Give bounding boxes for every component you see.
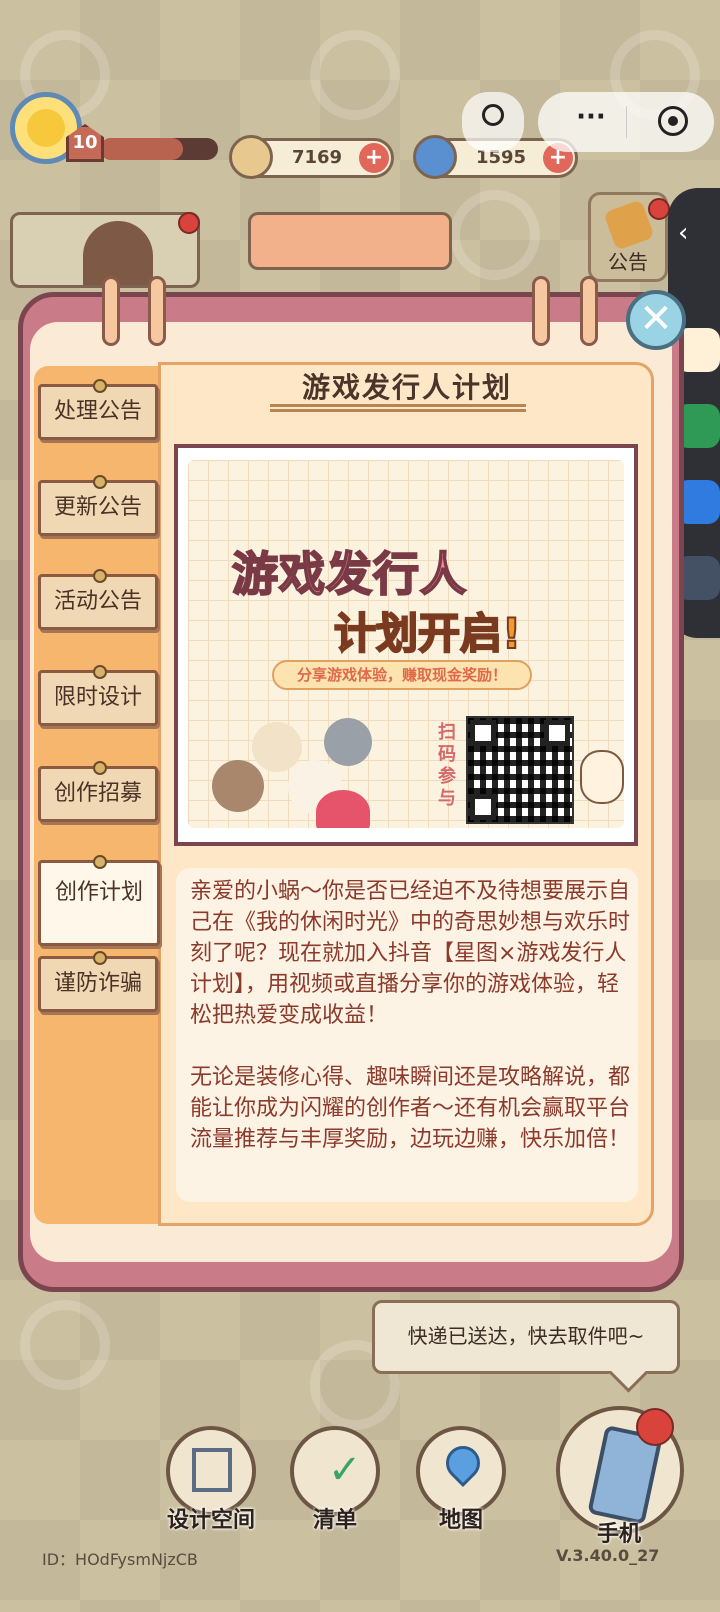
nav-label: 地图	[438, 1508, 483, 1533]
tab-label: 谨防诈骗	[53, 971, 142, 996]
sun-decoration	[20, 1300, 110, 1390]
close-miniprogram-button[interactable]	[658, 106, 688, 136]
poster-scan-label: 扫码参与	[438, 722, 456, 809]
poster-reward-pill: 分享游戏体验，赚取现金奖励！	[272, 660, 532, 690]
chevron-left-icon[interactable]: ‹	[678, 218, 688, 248]
poster-headline: 游戏发行人	[231, 546, 467, 602]
more-menu-button[interactable]: ···	[556, 102, 626, 132]
pin-icon	[93, 855, 107, 869]
notification-dot	[178, 212, 200, 234]
pin-icon	[93, 379, 107, 393]
user-switch-button[interactable]	[462, 92, 524, 152]
pointing-hand-icon	[580, 750, 624, 804]
event-banner-center[interactable]	[248, 212, 452, 270]
binder-ring	[148, 276, 166, 346]
tab-label: 创作计划	[54, 880, 143, 905]
capsule-divider	[626, 106, 627, 138]
poster-artwork: 游戏发行人 计划开启! 分享游戏体验，赚取现金奖励！ 扫码参与	[188, 460, 624, 828]
person-icon	[482, 104, 504, 126]
description-paragraph: 亲爱的小蜗～你是否已经迫不及待想要展示自己在《我的休闲时光》中的奇思妙想与欢乐时…	[190, 879, 631, 1028]
tab-label: 创作招募	[53, 781, 142, 806]
poster-subheadline: 计划开启!	[333, 608, 522, 659]
pin-icon	[93, 951, 107, 965]
add-coins-button[interactable]: +	[359, 143, 389, 173]
mini-program-capsule: ···	[538, 92, 714, 152]
nav-label: 清单	[312, 1508, 357, 1533]
cat-illustration	[324, 718, 372, 766]
qr-code	[466, 716, 574, 824]
tab-label: 活动公告	[53, 589, 142, 614]
pin-icon	[93, 475, 107, 489]
binder-ring	[580, 276, 598, 346]
version-label: V.3.40.0_27	[556, 1546, 660, 1565]
cat-illustration	[252, 722, 302, 772]
close-panel-button[interactable]: ✕	[626, 290, 686, 350]
panel-title: 游戏发行人计划	[301, 371, 512, 404]
tab-creator-plan[interactable]: 创作计划	[38, 855, 160, 946]
coin-counter: 7169 +	[229, 135, 394, 179]
player-id: ID：HOdFysmNjzCB	[42, 1550, 198, 1569]
map-pin-icon	[438, 1438, 488, 1488]
sun-decoration	[310, 30, 400, 120]
tab-label: 限时设计	[53, 685, 142, 710]
notification-dot	[636, 1408, 674, 1446]
description-paragraph: 无论是装修心得、趣味瞬间还是攻略解说，都能让你成为闪耀的创作者～还有机会赢取平台…	[190, 1065, 631, 1152]
mushroom-illustration	[316, 790, 370, 828]
pin-icon	[93, 761, 107, 775]
notice-button-label: 公告	[608, 250, 648, 274]
level-progress-fill	[100, 138, 183, 160]
coin-value: 7169	[291, 147, 343, 168]
tab-label: 更新公告	[53, 495, 142, 520]
tab-limited-design[interactable]: 限时设计	[38, 665, 158, 726]
blueprint-icon	[192, 1448, 232, 1492]
nav-label: 手机	[596, 1522, 641, 1547]
tab-process-notice[interactable]: 处理公告	[38, 379, 158, 440]
sun-decoration	[450, 190, 540, 280]
tab-update-notice[interactable]: 更新公告	[38, 475, 158, 536]
promo-poster: 游戏发行人 计划开启! 分享游戏体验，赚取现金奖励！ 扫码参与	[174, 444, 638, 846]
tab-anti-fraud[interactable]: 谨防诈骗	[38, 951, 158, 1012]
pin-icon	[93, 569, 107, 583]
megaphone-icon	[603, 199, 655, 251]
bee-icon	[27, 109, 65, 147]
qr-finder	[544, 720, 570, 746]
delivery-toast[interactable]: 快递已送达，快去取件吧~	[372, 1300, 680, 1374]
tab-creator-recruit[interactable]: 创作招募	[38, 761, 158, 822]
checkmark-icon: ✓	[328, 1447, 362, 1493]
tab-label: 处理公告	[53, 399, 142, 424]
pin-icon	[93, 665, 107, 679]
level-progress-bar	[100, 138, 218, 160]
coin-icon	[229, 135, 273, 179]
binder-ring	[102, 276, 120, 346]
notification-dot	[648, 198, 670, 220]
binder-ring	[532, 276, 550, 346]
character-portrait	[83, 221, 153, 285]
title-underline	[270, 404, 526, 412]
swirl-gem-icon	[413, 135, 457, 179]
description-text: 亲爱的小蜗～你是否已经迫不及待想要展示自己在《我的休闲时光》中的奇思妙想与欢乐时…	[190, 876, 632, 1186]
cat-illustration	[212, 760, 264, 812]
qr-finder	[470, 720, 496, 746]
nav-label: 设计空间	[166, 1508, 255, 1533]
qr-finder	[470, 794, 496, 820]
tab-event-notice[interactable]: 活动公告	[38, 569, 158, 630]
